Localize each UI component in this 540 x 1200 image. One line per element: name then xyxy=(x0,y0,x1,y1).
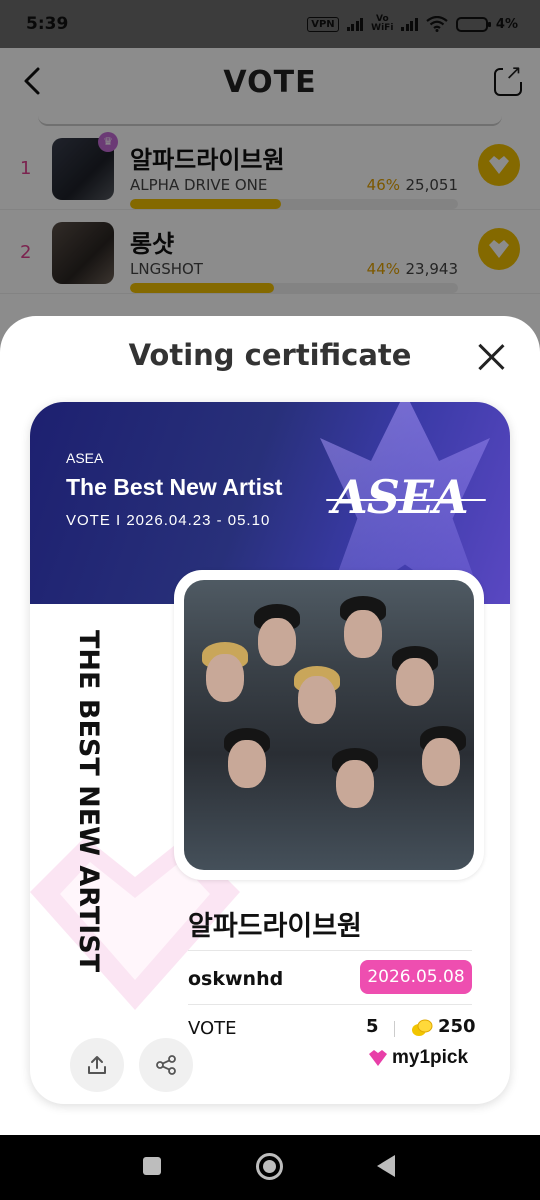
brand-logo: my1pick xyxy=(368,1046,468,1070)
banner-award-title: The Best New Artist xyxy=(66,474,283,500)
vertical-award-title: THE BEST NEW ARTIST xyxy=(73,630,104,973)
voter-username: oskwnhd xyxy=(188,968,284,990)
certificate-sheet: Voting certificate ASEA The Best New Art… xyxy=(0,316,540,1135)
share-icon xyxy=(156,1055,176,1075)
logo-underline xyxy=(326,499,486,501)
share-button[interactable] xyxy=(139,1038,193,1092)
brand-gem-icon xyxy=(369,1050,387,1066)
vote-date-badge: 2026.05.08 xyxy=(360,960,472,994)
certificate-artist-name: 알파드라이브원 xyxy=(188,911,362,942)
recents-icon[interactable] xyxy=(143,1157,161,1175)
artist-group-photo xyxy=(184,580,474,870)
sheet-title: Voting certificate xyxy=(128,338,412,372)
vote-count: 5 xyxy=(366,1016,379,1037)
home-icon[interactable] xyxy=(256,1153,283,1180)
banner-vote-dates: VOTE I 2026.04.23 - 05.10 xyxy=(66,512,271,529)
vote-label: VOTE xyxy=(188,1018,237,1039)
divider xyxy=(188,1004,472,1005)
artist-photo-frame xyxy=(174,570,484,880)
close-icon[interactable] xyxy=(476,342,506,372)
separator xyxy=(394,1021,395,1037)
coin-count: 250 xyxy=(438,1016,476,1037)
asea-logo: ASEA xyxy=(332,470,469,524)
upload-button[interactable] xyxy=(70,1038,124,1092)
brand-name: my1pick xyxy=(392,1047,469,1068)
upload-icon xyxy=(88,1056,106,1074)
banner-organization: ASEA xyxy=(66,450,104,466)
back-icon[interactable] xyxy=(377,1155,395,1177)
divider xyxy=(188,950,472,951)
voting-certificate-card: ASEA The Best New Artist VOTE I 2026.04.… xyxy=(30,402,510,1104)
coin-icon xyxy=(412,1019,433,1036)
system-nav-bar xyxy=(0,1135,540,1200)
